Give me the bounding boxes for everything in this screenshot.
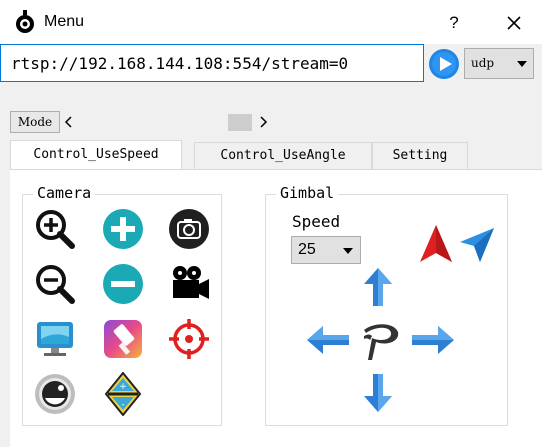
target-icon[interactable] [167,317,211,361]
camera-group-title: Camera [33,184,96,202]
protocol-value: udp [471,56,495,70]
tab-control-usespeed[interactable]: Control_UseSpeed [10,140,182,170]
gimbal-group-title: Gimbal [276,184,339,202]
down-arrow-icon[interactable] [360,370,396,414]
speed-select[interactable]: 25 [291,236,361,264]
speed-value: 25 [298,241,316,258]
up-arrow-icon[interactable] [360,266,396,310]
window-title: Menu [44,13,85,30]
add-icon[interactable] [101,207,145,251]
stream-url-input[interactable] [0,44,424,82]
speed-label: Speed [292,212,341,231]
monitor-icon[interactable] [33,317,77,361]
zoom-out-icon[interactable] [33,262,77,306]
tab-control-useangle[interactable]: Control_UseAngle [194,142,372,170]
focus-icon[interactable]: + - [101,372,145,416]
red-arrow-icon[interactable] [416,222,456,266]
robot-icon [16,10,34,33]
center-logo-icon[interactable] [358,318,402,362]
blue-send-icon[interactable] [456,222,496,266]
scrollbar-thumb[interactable] [228,114,252,131]
svg-text:+: + [119,382,127,392]
close-icon[interactable] [499,10,529,36]
scroll-left-icon[interactable] [62,114,76,130]
play-icon[interactable] [428,48,460,80]
help-button[interactable]: ? [441,10,467,36]
mode-label[interactable]: Mode [10,111,60,133]
remove-icon[interactable] [101,262,145,306]
svg-text:-: - [121,400,124,410]
lens-icon[interactable] [33,372,77,416]
right-arrow-icon[interactable] [410,322,456,358]
chevron-down-icon [517,61,527,67]
scroll-right-icon[interactable] [256,114,270,130]
chevron-down-icon [343,248,353,254]
protocol-select[interactable]: udp [464,48,534,79]
tab-setting[interactable]: Setting [372,142,468,170]
zoom-in-icon[interactable] [33,207,77,251]
video-camera-icon[interactable] [167,262,211,306]
left-arrow-icon[interactable] [305,322,351,358]
title-bar: Menu ? [0,0,542,44]
paint-brush-icon[interactable] [101,317,145,361]
camera-icon[interactable] [167,207,211,251]
